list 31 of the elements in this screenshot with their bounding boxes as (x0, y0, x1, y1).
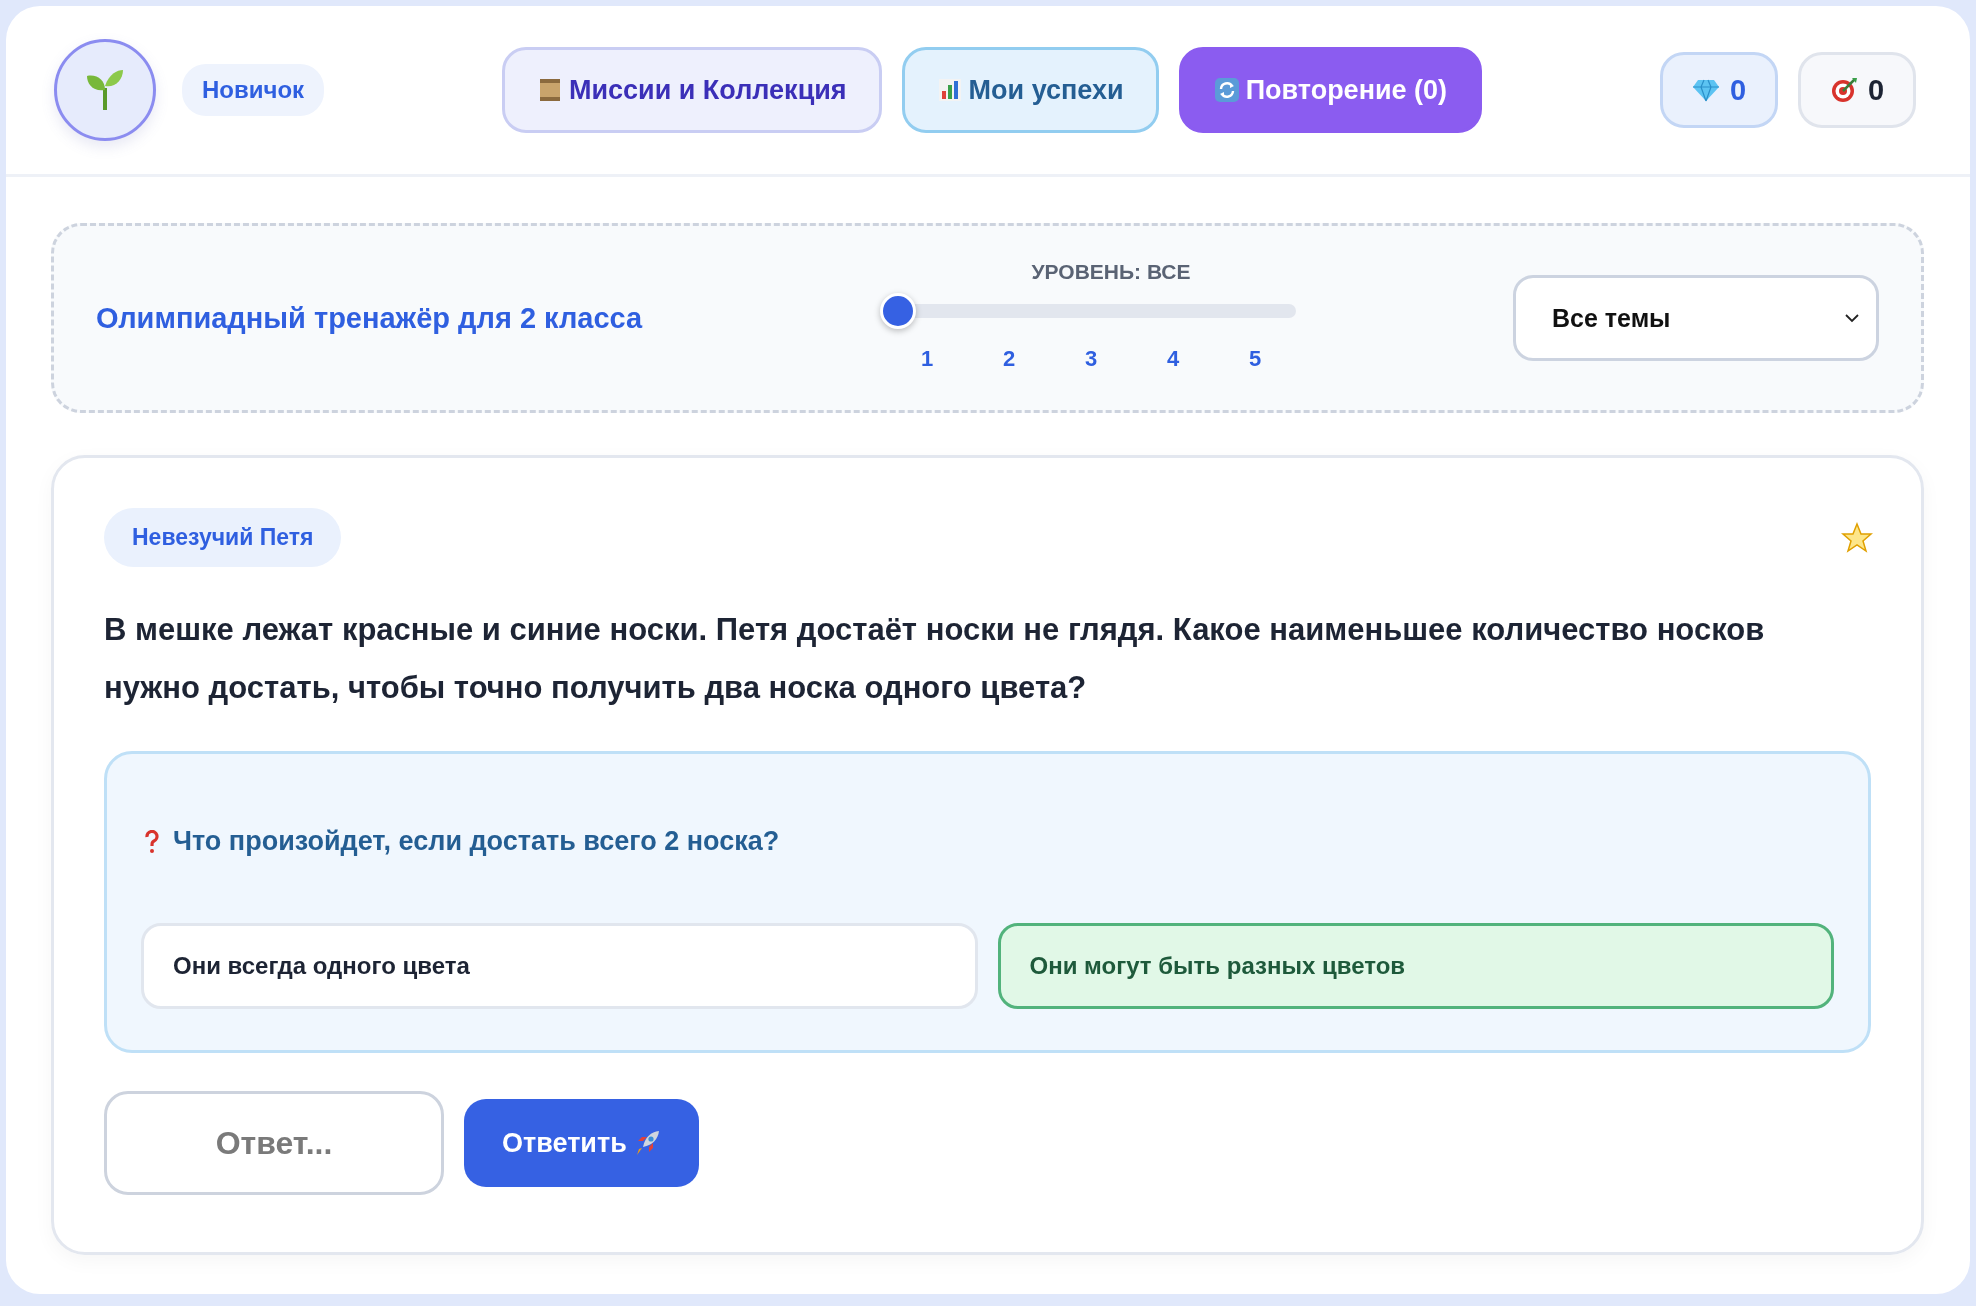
sprout-icon (85, 68, 125, 112)
question-text: В мешке лежат красные и синие носки. Петя достаёт носки не глядя. Какое наименьшее количество носков нужно достать, чтобы точно получить два носка одного цвета? (104, 611, 1766, 707)
level-tick-label: 2 (1001, 346, 1017, 372)
level-tick-label: 4 (1165, 346, 1181, 372)
answer-option[interactable]: Они могут быть разных цветов (997, 923, 1834, 1009)
level-slider[interactable] (880, 293, 1296, 329)
answer-field[interactable]: Ответ... (104, 1091, 444, 1195)
rank-badge: Новичок (182, 64, 325, 116)
stat-counter: 0 (1660, 52, 1778, 128)
gem-icon (1691, 78, 1720, 102)
question-mark-icon (145, 829, 159, 854)
nav-button[interactable]: Повторение (0) (1178, 47, 1483, 133)
hint-question: Что произойдет, если достать всего 2 носка? (173, 826, 780, 857)
task-tag: Невезучий Петя (104, 508, 342, 567)
answer-option[interactable]: Они всегда одного цвета (141, 923, 978, 1009)
slider-thumb[interactable] (880, 293, 916, 329)
stat-counter: 0 (1798, 52, 1916, 128)
refresh-icon (1213, 77, 1240, 103)
topic-select[interactable]: Все темы (1513, 275, 1879, 361)
target-icon (1829, 76, 1858, 104)
bar-chart-icon (936, 77, 963, 103)
level-tick-label: 3 (1083, 346, 1099, 372)
star-icon[interactable] (1841, 521, 1873, 554)
trainer-title: Олимпиадный тренажёр для 2 класса (96, 301, 644, 335)
nav-button[interactable]: Мои успехи (901, 47, 1159, 133)
level-tick-label: 5 (1247, 346, 1263, 372)
submit-button[interactable]: Ответить (464, 1099, 699, 1187)
level-tick-label: 1 (919, 346, 935, 372)
nav-button[interactable]: Миссии и Коллекция (501, 47, 882, 133)
level-label: УРОВЕНЬ: ВСЕ (1030, 260, 1192, 284)
chevron-down-icon (1844, 313, 1860, 323)
